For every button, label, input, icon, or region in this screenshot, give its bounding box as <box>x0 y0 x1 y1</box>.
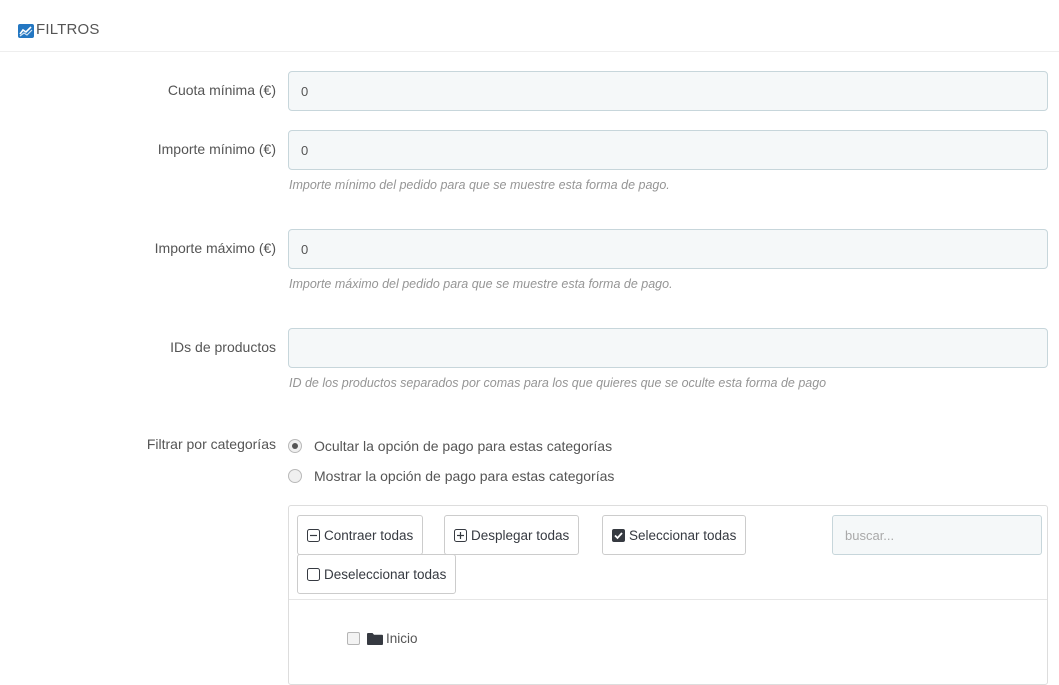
importe-maximo-input[interactable] <box>288 229 1048 269</box>
deselect-all-button[interactable]: Deseleccionar todas <box>297 554 457 594</box>
panel-heading: FILTROS <box>0 0 1059 52</box>
expand-all-button[interactable]: Desplegar todas <box>444 515 580 555</box>
select-all-label: Seleccionar todas <box>629 527 737 543</box>
empty-square-icon <box>307 567 320 581</box>
trend-chart-icon <box>18 24 34 38</box>
importe-minimo-input[interactable] <box>288 130 1048 170</box>
check-square-icon <box>612 528 625 542</box>
importe-minimo-label: Importe mínimo (€) <box>157 141 276 157</box>
ids-productos-label: IDs de productos <box>170 339 276 355</box>
tree-node-root[interactable]: Inicio <box>347 628 418 648</box>
collapse-square-icon <box>307 528 320 542</box>
toolbar-divider <box>289 599 1047 600</box>
tree-search-input[interactable] <box>832 515 1042 555</box>
tree-node-checkbox[interactable] <box>347 631 360 645</box>
ids-productos-input[interactable] <box>288 328 1048 368</box>
select-all-button[interactable]: Seleccionar todas <box>602 515 747 555</box>
category-filter-label: Filtrar por categorías <box>146 436 276 452</box>
expand-all-label: Desplegar todas <box>471 527 570 543</box>
deselect-all-label: Deseleccionar todas <box>324 566 447 582</box>
collapse-all-label: Contraer todas <box>324 527 414 543</box>
panel-title: FILTROS <box>36 21 100 38</box>
collapse-all-button[interactable]: Contraer todas <box>297 515 424 555</box>
importe-maximo-help: Importe máximo del pedido para que se mu… <box>289 277 673 291</box>
folder-icon <box>367 632 383 645</box>
importe-maximo-label: Importe máximo (€) <box>154 240 276 256</box>
category-tree-panel: Contraer todas Desplegar todas Seleccion… <box>288 505 1048 685</box>
radio-show-categories[interactable]: Mostrar la opción de pago para estas cat… <box>288 467 614 485</box>
cuota-minima-input[interactable] <box>288 71 1048 111</box>
radio-button-unchecked[interactable] <box>288 469 302 483</box>
radio-hide-categories[interactable]: Ocultar la opción de pago para estas cat… <box>288 437 612 455</box>
radio-hide-label: Ocultar la opción de pago para estas cat… <box>314 438 613 454</box>
radio-button-checked[interactable] <box>288 439 302 453</box>
cuota-minima-label: Cuota mínima (€) <box>167 82 276 98</box>
importe-minimo-help: Importe mínimo del pedido para que se mu… <box>289 178 670 192</box>
tree-node-label: Inicio <box>386 630 418 646</box>
ids-productos-help: ID de los productos separados por comas … <box>289 376 827 390</box>
radio-show-label: Mostrar la opción de pago para estas cat… <box>314 468 615 484</box>
expand-square-icon <box>454 528 467 542</box>
